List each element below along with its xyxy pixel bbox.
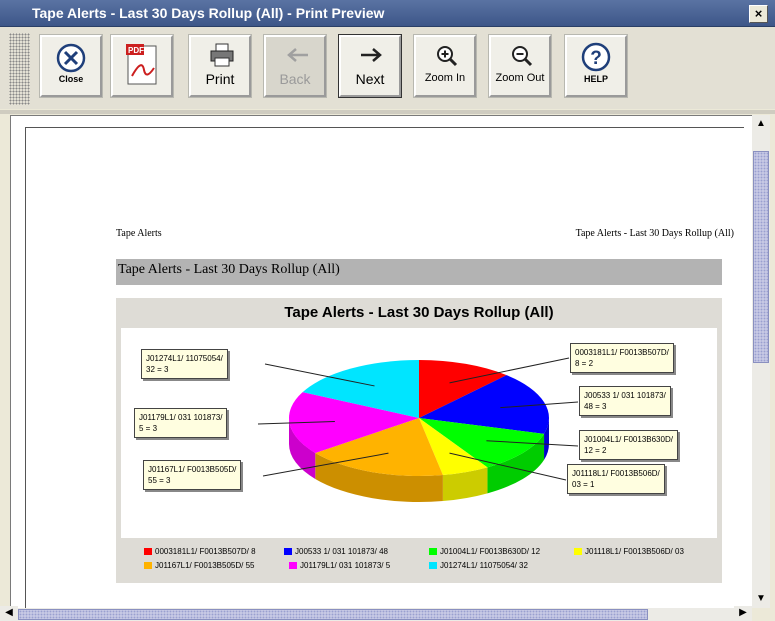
legend-swatch [284,548,292,555]
scroll-left-button[interactable]: ◀ [0,606,18,619]
page-header-right: Tape Alerts - Last 30 Days Rollup (All) [575,228,734,239]
zoom-in-icon [437,46,458,67]
callout-j01274: J01274L1/ 11075054/ 32 = 3 [141,349,228,379]
legend-item: J01167L1/ F0013B505D/ 55 [144,561,254,570]
zoom-out-button[interactable]: Zoom Out [489,35,551,97]
vertical-scrollbar[interactable]: ▲ ▼ [752,115,770,608]
zoom-in-button-label: Zoom In [424,72,466,84]
print-button-label: Print [205,71,235,87]
legend-item: J01274L1/ 11075054/ 32 [429,561,528,570]
chart-title: Tape Alerts - Last 30 Days Rollup (All) [284,304,554,321]
callout-0003181: 0003181L1/ F0013B507D/ 8 = 2 [570,343,674,373]
help-button-label: HELP [583,74,608,84]
back-button-label: Back [279,71,311,87]
zoom-out-icon [512,46,533,67]
toolbar: Close PDF Print Back Next Zoom In Zoom O… [0,27,775,109]
arrow-right-icon [361,48,382,62]
pdf-button[interactable]: PDF [111,35,173,97]
vertical-scroll-track[interactable] [752,133,770,590]
legend-item: J01179L1/ 031 101873/ 5 [289,561,390,570]
close-button[interactable]: Close [40,35,102,97]
back-button[interactable]: Back [264,35,326,97]
zoom-in-button[interactable]: Zoom In [414,35,476,97]
printer-icon [210,43,234,67]
close-icon [56,43,86,73]
vertical-scroll-thumb[interactable] [753,151,769,363]
report-page: Tape Alerts Tape Alerts - Last 30 Days R… [25,127,744,612]
legend-swatch [144,562,152,569]
callout-j01167: J01167L1/ F0013B505D/ 55 = 3 [143,460,242,490]
legend-label: J01167L1/ F0013B505D/ 55 [155,561,255,570]
legend-item: J01118L1/ F0013B506D/ 03 [574,547,684,556]
legend-label: J01179L1/ 031 101873/ 5 [300,561,391,570]
legend-item: 0003181L1/ F0013B507D/ 8 [144,547,256,556]
legend-swatch [144,548,152,555]
callout-j00533: J00533 1/ 031 101873/ 48 = 3 [579,386,671,416]
report-section-title: Tape Alerts - Last 30 Days Rollup (All) [118,262,340,277]
next-button[interactable]: Next [339,35,401,97]
legend-label: J01274L1/ 11075054/ 32 [440,561,528,570]
arrow-left-icon [287,48,308,62]
window-close-button[interactable]: × [749,5,768,23]
callout-j01118: J01118L1/ F0013B506D/ 03 = 1 [567,464,665,494]
scroll-up-button[interactable]: ▲ [752,115,770,133]
horizontal-scroll-thumb[interactable] [18,609,648,620]
chart-area: J01274L1/ 11075054/ 32 = 3 J01179L1/ 031… [121,328,717,538]
legend-item: J01004L1/ F0013B630D/ 12 [429,547,540,556]
help-icon: ? [581,42,611,72]
window-titlebar: Tape Alerts - Last 30 Days Rollup (All) … [0,0,775,27]
next-button-label: Next [355,71,385,87]
legend-swatch [429,548,437,555]
close-button-label: Close [58,74,84,84]
preview-viewport[interactable]: Tape Alerts Tape Alerts - Last 30 Days R… [10,115,752,612]
scroll-right-button[interactable]: ▶ [734,606,752,619]
scroll-down-button[interactable]: ▼ [752,590,770,608]
callout-j01179: J01179L1/ 031 101873/ 5 = 3 [134,408,228,438]
help-button[interactable]: ? HELP [565,35,627,97]
legend-label: J00533 1/ 031 101873/ 48 [295,547,388,556]
print-button[interactable]: Print [189,35,251,97]
legend-swatch [289,562,297,569]
page-header-left: Tape Alerts [116,228,162,239]
zoom-out-button-label: Zoom Out [495,72,545,84]
report-section-bar: Tape Alerts - Last 30 Days Rollup (All) [116,259,722,285]
legend-item: J00533 1/ 031 101873/ 48 [284,547,388,556]
svg-text:?: ? [590,48,602,69]
toolbar-separator [0,110,775,114]
pdf-icon: PDF [126,44,157,85]
legend-label: J01004L1/ F0013B630D/ 12 [440,547,541,556]
legend-swatch [574,548,582,555]
chart-frame: Tape Alerts - Last 30 Days Rollup (All) … [116,298,722,583]
legend-label: 0003181L1/ F0013B507D/ 8 [155,547,256,556]
legend-swatch [429,562,437,569]
toolbar-grip[interactable] [9,33,30,105]
window-title: Tape Alerts - Last 30 Days Rollup (All) … [32,5,385,21]
pdf-icon-text: PDF [128,46,144,55]
legend-label: J01118L1/ F0013B506D/ 03 [585,547,684,556]
callout-j01004: J01004L1/ F0013B630D/ 12 = 2 [579,430,678,460]
horizontal-scrollbar[interactable]: ◀ ▶ [0,606,752,621]
